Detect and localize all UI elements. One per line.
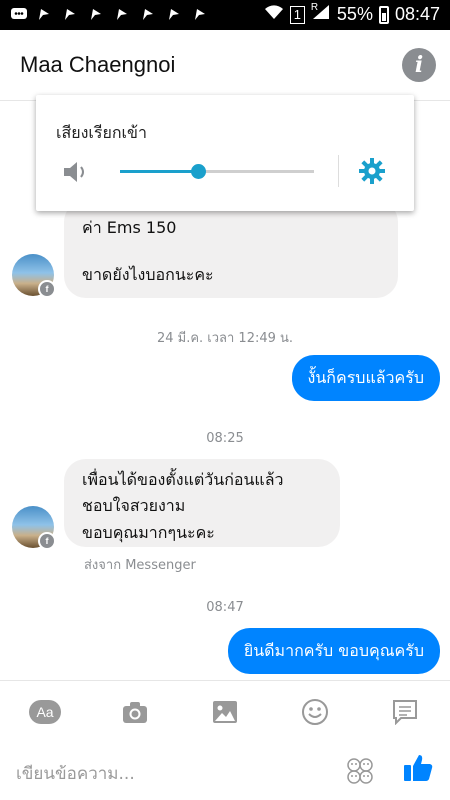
camera-icon[interactable]	[118, 695, 152, 729]
message-input[interactable]: เขียนข้อความ...	[16, 760, 135, 787]
notification-icon	[166, 6, 182, 22]
volume-slider[interactable]	[120, 164, 314, 179]
message-bubble-outgoing[interactable]: งั้นก็ครบแล้วครับ	[291, 355, 440, 401]
message-timestamp: 08:25	[206, 431, 244, 446]
sent-from-label: ส่งจาก Messenger	[84, 558, 196, 573]
facebook-badge-icon: f	[38, 532, 56, 550]
signal-icon: R	[310, 2, 331, 25]
gallery-icon[interactable]	[208, 695, 242, 729]
message-text: ขอบคุณมากๆนะคะ	[82, 522, 215, 542]
message-text: ชอบใจสวยงาม	[82, 496, 186, 516]
notification-icon	[62, 6, 78, 22]
notification-icons	[10, 6, 208, 22]
sticker-icon[interactable]	[345, 756, 375, 790]
text-format-button[interactable]: Aa	[28, 695, 62, 729]
message-timestamp: 24 มี.ค. เวลา 12:49 น.	[156, 331, 294, 346]
message-bubble-incoming[interactable]: เพื่อนได้ของตั้งแต่วันก่อนแล้ว ชอบใจสวยง…	[64, 459, 340, 547]
conversation-title: Maa Chaengnoi	[20, 52, 176, 77]
message-timestamp: 08:47	[206, 600, 244, 615]
message-text: งั้นก็ครบแล้วครับ	[307, 368, 424, 387]
volume-panel-title: เสียงเรียกเข้า	[56, 123, 147, 142]
gear-icon[interactable]	[358, 157, 386, 189]
notification-icon	[140, 6, 156, 22]
info-icon[interactable]: i	[402, 48, 436, 82]
message-text: ยินดีมากครับ ขอบคุณครับ	[243, 641, 424, 660]
avatar[interactable]: f	[12, 254, 56, 298]
battery-percent: 55%	[336, 4, 373, 24]
message-text: ค่า Ems 150	[82, 218, 177, 237]
conversation-header: Maa Chaengnoi i	[0, 30, 450, 101]
divider	[338, 155, 339, 187]
notification-icon	[88, 6, 104, 22]
wifi-icon	[264, 4, 284, 25]
sticker-message-icon[interactable]	[388, 695, 422, 729]
text-format-icon: Aa	[29, 700, 61, 724]
composer-toolbar: Aa	[0, 680, 450, 743]
composer-input-bar: เขียนข้อความ...	[0, 742, 450, 800]
speaker-icon[interactable]	[62, 159, 92, 189]
avatar[interactable]: f	[12, 506, 56, 550]
message-text: ขาดยังไงบอกนะคะ	[82, 265, 214, 284]
message-bubble-outgoing[interactable]: ยินดีมากครับ ขอบคุณครับ	[227, 628, 440, 674]
notification-icon	[36, 6, 52, 22]
notification-icon	[114, 6, 130, 22]
status-bar: 1 R 55% 08:47	[0, 0, 450, 30]
facebook-badge-icon: f	[38, 280, 56, 298]
message-gap	[82, 241, 380, 261]
roaming-indicator: R	[310, 2, 319, 13]
chat-notification-icon	[10, 6, 27, 22]
message-bubble-incoming[interactable]: ค่า Ems 150 ขาดยังไงบอกนะคะ	[64, 200, 398, 298]
volume-slider-thumb[interactable]	[190, 164, 206, 179]
volume-panel: เสียงเรียกเข้า	[36, 95, 414, 211]
message-text: เพื่อนได้ของตั้งแต่วันก่อนแล้ว	[82, 470, 284, 489]
battery-icon	[378, 5, 389, 24]
sim-badge: 1	[289, 5, 305, 24]
clock: 08:47	[394, 4, 440, 24]
emoji-icon[interactable]	[298, 695, 332, 729]
notification-icon	[192, 6, 208, 22]
like-thumbs-up-icon[interactable]	[402, 752, 434, 788]
volume-slider-fill	[120, 170, 198, 173]
